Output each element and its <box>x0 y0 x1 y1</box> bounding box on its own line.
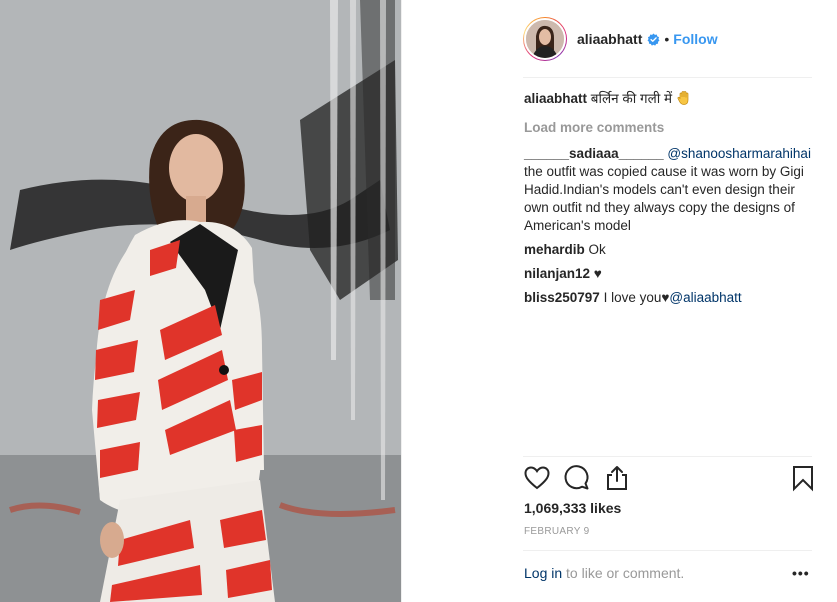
avatar-story-ring[interactable] <box>523 17 567 61</box>
comment-item: bliss250797 I love you♥@aliaabhatt <box>524 289 814 307</box>
post-header: aliaabhatt • Follow <box>523 14 812 64</box>
comment-text: I love you♥ <box>603 290 670 305</box>
comment-username[interactable]: ______sadiaaa______ <box>524 146 664 161</box>
verified-badge-icon <box>647 33 660 46</box>
panel-divider <box>401 0 402 602</box>
bookmark-icon[interactable] <box>789 464 817 492</box>
login-prompt-text: to like or comment. <box>562 565 685 581</box>
comment-text: Ok <box>588 242 606 257</box>
login-link[interactable]: Log in <box>524 565 562 581</box>
waving-hand-emoji-icon <box>676 90 692 111</box>
post-username[interactable]: aliaabhatt <box>577 31 642 47</box>
post-actions <box>523 464 815 496</box>
follow-button[interactable]: Follow <box>673 31 717 47</box>
avatar[interactable] <box>524 18 566 60</box>
comment-mention[interactable]: @aliaabhatt <box>669 290 741 305</box>
post-photo <box>0 0 401 602</box>
likes-count[interactable]: 1,069,333 likes <box>524 500 621 516</box>
login-prompt: Log in to like or comment. <box>524 565 684 581</box>
comments-section: aliaabhatt बर्लिन की गली में Load more c… <box>524 90 814 313</box>
header-divider <box>523 77 812 78</box>
post-caption: aliaabhatt बर्लिन की गली में <box>524 90 814 111</box>
comment-text: the outfit was copied cause it was worn … <box>524 164 804 233</box>
comment-text: ♥ <box>593 266 602 281</box>
comment-username[interactable]: nilanjan12 <box>524 266 590 281</box>
load-more-comments-button[interactable]: Load more comments <box>524 119 814 137</box>
comment-icon[interactable] <box>563 464 591 492</box>
login-divider <box>523 550 812 551</box>
caption-text: बर्लिन की गली में <box>590 91 676 106</box>
post-date[interactable]: FEBRUARY 9 <box>524 526 589 537</box>
separator-dot: • <box>664 31 670 47</box>
more-options-button[interactable]: ••• <box>792 565 810 581</box>
comment-mention[interactable]: @shanoosharmarahihai <box>667 146 811 161</box>
comment-item: ______sadiaaa______ @shanoosharmarahihai… <box>524 145 814 235</box>
actions-divider <box>523 456 812 457</box>
share-icon[interactable] <box>603 464 631 492</box>
heart-icon[interactable] <box>523 464 551 492</box>
comment-username[interactable]: bliss250797 <box>524 290 600 305</box>
caption-username[interactable]: aliaabhatt <box>524 91 587 106</box>
comment-item: nilanjan12 ♥ <box>524 265 814 283</box>
comment-item: mehardib Ok <box>524 241 814 259</box>
comment-username[interactable]: mehardib <box>524 242 585 257</box>
